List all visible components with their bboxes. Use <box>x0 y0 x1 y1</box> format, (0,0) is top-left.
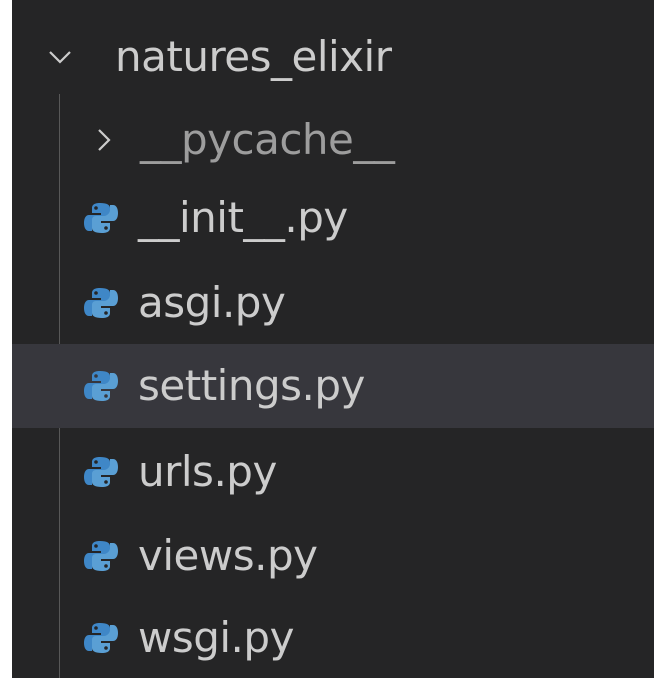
file-label: settings.py <box>138 361 365 410</box>
chevron-down-icon[interactable] <box>46 43 74 71</box>
file-urls-py[interactable]: urls.py <box>12 430 654 514</box>
file-views-py[interactable]: views.py <box>12 514 654 598</box>
file-label: urls.py <box>138 447 277 496</box>
python-file-icon <box>84 371 118 401</box>
python-file-icon <box>84 203 118 233</box>
folder-label: __pycache__ <box>140 115 395 164</box>
file-explorer: natures_elixir __pycache__ __init__.py a… <box>12 0 654 678</box>
file-settings-py[interactable]: settings.py <box>12 344 654 428</box>
file-wsgi-py[interactable]: wsgi.py <box>12 596 654 678</box>
file-label: views.py <box>138 531 318 580</box>
python-file-icon <box>84 457 118 487</box>
chevron-right-icon[interactable] <box>90 126 118 154</box>
file-label: __init__.py <box>138 193 348 242</box>
file-label: wsgi.py <box>138 613 294 662</box>
python-file-icon <box>84 623 118 653</box>
folder-label: natures_elixir <box>115 32 392 81</box>
python-file-icon <box>84 541 118 571</box>
file-asgi-py[interactable]: asgi.py <box>12 261 654 345</box>
folder-natures-elixir[interactable]: natures_elixir <box>12 15 654 99</box>
python-file-icon <box>84 288 118 318</box>
file-label: asgi.py <box>138 278 286 327</box>
file-init-py[interactable]: __init__.py <box>12 176 654 260</box>
folder-pycache[interactable]: __pycache__ <box>12 98 654 182</box>
